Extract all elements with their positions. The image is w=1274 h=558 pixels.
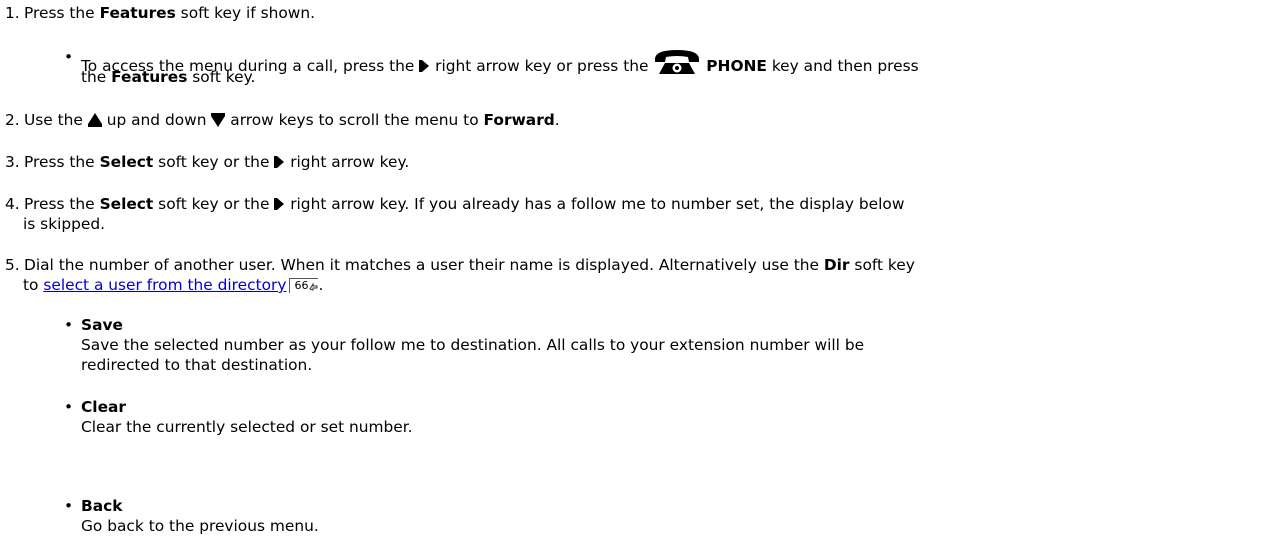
step-text: Press the Select soft key or the right a… bbox=[24, 153, 410, 171]
option-title: Back bbox=[81, 497, 123, 515]
step-text: Use the up and down arrow keys to scroll… bbox=[24, 111, 560, 129]
step-text: Press the Features soft key if shown. bbox=[24, 4, 316, 22]
sub-bullet: • To access the menu during a call, pres… bbox=[0, 41, 1270, 86]
bullet-dot: • bbox=[64, 497, 74, 515]
right-arrow-key-icon bbox=[419, 59, 430, 73]
bullet-dot: • bbox=[64, 316, 74, 334]
option-description-line-1: Save the selected number as your follow … bbox=[81, 336, 865, 354]
option-description-line-1: Clear the currently selected or set numb… bbox=[81, 418, 413, 436]
option-description-line-2: redirected to that destination. bbox=[81, 356, 313, 374]
phone-key-icon bbox=[653, 47, 701, 75]
right-arrow-key-icon bbox=[274, 197, 285, 211]
step-text-line-1: Press the Select soft key or the right a… bbox=[24, 195, 905, 213]
sub-bullet-line-2: the Features soft key. bbox=[81, 68, 256, 86]
step-number: 3. bbox=[5, 153, 20, 171]
step-text-line-2: to select a user from the directory 66. bbox=[23, 276, 324, 294]
option-title: Save bbox=[81, 316, 123, 334]
step-text-line-1: Dial the number of another user. When it… bbox=[24, 256, 915, 274]
up-arrow-key-icon bbox=[87, 113, 102, 127]
bullet-dot: • bbox=[64, 48, 74, 66]
right-arrow-key-icon bbox=[274, 155, 285, 169]
step-number: 2. bbox=[5, 111, 20, 129]
directory-link[interactable]: select a user from the directory bbox=[43, 276, 286, 294]
option-back: • Back Go back to the previous menu. bbox=[0, 496, 1270, 540]
option-description-line-1: Go back to the previous menu. bbox=[81, 517, 319, 535]
down-arrow-key-icon bbox=[211, 113, 226, 127]
option-clear: • Clear Clear the currently selected or … bbox=[0, 397, 1270, 441]
bullet-dot: • bbox=[64, 398, 74, 416]
option-title: Clear bbox=[81, 398, 126, 416]
step-number: 5. bbox=[5, 256, 20, 274]
step-number: 1. bbox=[5, 4, 20, 22]
option-save: • Save Save the selected number as your … bbox=[0, 315, 1270, 379]
step-text-line-2: is skipped. bbox=[23, 215, 106, 233]
page-reference[interactable]: 66 bbox=[289, 278, 319, 293]
step-number: 4. bbox=[5, 195, 20, 213]
